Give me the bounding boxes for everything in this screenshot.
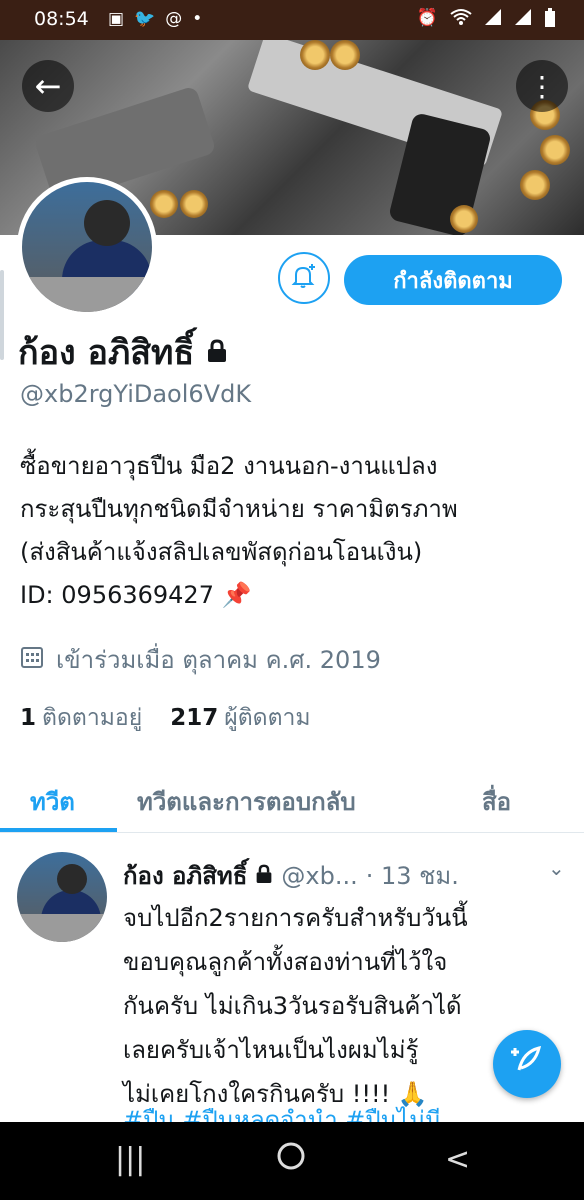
status-bar: 08:54 ▣ 🐦 @ • ⏰	[0, 0, 584, 40]
avatar-table	[17, 914, 107, 942]
banner-ammo	[300, 40, 330, 70]
tab-tweets[interactable]: ทวีต	[30, 782, 75, 821]
twitter-icon: 🐦	[134, 9, 156, 29]
bell-plus-icon	[290, 262, 318, 294]
banner-ammo	[540, 135, 570, 165]
joined-date: เข้าร่วมเมื่อ ตุลาคม ค.ศ. 2019	[20, 640, 381, 679]
recents-icon[interactable]: |||	[115, 1142, 145, 1177]
avatar-head	[84, 200, 130, 246]
banner-ammo	[330, 40, 360, 70]
profile-name-text: ก้อง อภิสิทธิ์	[18, 333, 195, 373]
lock-icon	[255, 862, 273, 890]
followers-count: 217	[170, 705, 219, 731]
active-tab-indicator	[0, 828, 117, 832]
bio-line: กระสุนปืนทุกชนิดมีจำหน่าย ราคามิตรภาพ	[20, 495, 458, 523]
chevron-down-icon[interactable]: ⌄	[548, 856, 565, 880]
system-icons: ⏰	[417, 8, 556, 33]
tweet-author-handle: @xb...	[281, 861, 358, 890]
arrow-left-icon: ←	[34, 67, 62, 105]
calendar-icon	[20, 645, 44, 675]
status-time: 08:54	[34, 8, 89, 30]
tab-media[interactable]: สื่อ	[482, 782, 511, 821]
tweet-time: · 13 ชม.	[365, 862, 459, 890]
wifi-icon	[450, 8, 472, 33]
signal-icon	[484, 8, 502, 33]
bio-line: ซื้อขายอาวุธปืน มือ2 งานนอก-งานแปลง	[20, 452, 438, 480]
banner-ammo	[180, 190, 208, 218]
at-icon: @	[165, 9, 183, 29]
feather-plus-icon	[509, 1042, 545, 1086]
tweet-line: ขอบคุณลูกค้าทั้งสองท่านที่ไว้ใจ	[123, 948, 448, 976]
followers-label: ผู้ติดตาม	[224, 705, 311, 731]
profile-avatar[interactable]	[17, 177, 157, 317]
tweet-line: จบไปอีก2รายการครับสำหรับวันนี้	[123, 904, 468, 932]
notifications-toggle-button[interactable]	[278, 252, 330, 304]
tweet-line: กันครับ ไม่เกิน3วันรอรับสินค้าได้	[123, 992, 462, 1020]
tab-tweets-replies[interactable]: ทวีตและการตอบกลับ	[137, 782, 356, 821]
bio-line: (ส่งสินค้าแจ้งสลิปเลขพัสดุก่อนโอนเงิน)	[20, 538, 423, 566]
profile-name: ก้อง อภิสิทธิ์	[18, 325, 228, 379]
battery-icon	[544, 8, 556, 33]
following-stat[interactable]: 1 ติดตามอยู่	[20, 700, 142, 736]
tweet-hashtags[interactable]: #ปืน #ปืนหลุดจำนำ #ปืนไม่มี	[123, 1100, 568, 1122]
more-vertical-icon: ⋮	[528, 69, 556, 103]
signal-icon	[514, 8, 532, 33]
notification-icons: ▣ 🐦 @ •	[108, 9, 202, 29]
avatar-head	[57, 864, 87, 894]
more-options-button[interactable]: ⋮	[516, 60, 568, 112]
home-icon[interactable]	[277, 1142, 305, 1178]
image-icon: ▣	[108, 9, 125, 29]
joined-text: เข้าร่วมเมื่อ ตุลาคม ค.ศ. 2019	[56, 646, 381, 674]
avatar-table	[22, 277, 152, 312]
system-nav-bar: ||| <	[0, 1122, 584, 1200]
tweet-author-name: ก้อง อภิสิทธิ์	[123, 862, 248, 890]
profile-tabs: ทวีต ทวีตและการตอบกลับ สื่อ	[0, 760, 584, 833]
followers-stat[interactable]: 217 ผู้ติดตาม	[170, 700, 310, 736]
following-button[interactable]: กำลังติดตาม	[344, 255, 562, 305]
following-count: 1	[20, 705, 37, 731]
follow-stats: 1 ติดตามอยู่ 217 ผู้ติดตาม	[20, 700, 311, 736]
dot-icon: •	[192, 9, 203, 29]
banner-ammo	[520, 170, 550, 200]
tweet-header: ก้อง อภิสิทธิ์ @xb... · 13 ชม.	[123, 856, 459, 895]
tweet-avatar[interactable]	[17, 852, 107, 942]
lock-icon	[206, 332, 228, 372]
bio-line: ID: 0956369427 📌	[20, 581, 252, 609]
profile-handle: @xb2rgYiDaol6VdK	[20, 380, 252, 408]
profile-bio: ซื้อขายอาวุธปืน มือ2 งานนอก-งานแปลง กระส…	[20, 445, 570, 617]
scroll-edge-indicator	[0, 270, 4, 360]
back-chevron-icon[interactable]: <	[445, 1142, 470, 1177]
compose-tweet-button[interactable]	[493, 1030, 561, 1098]
alarm-icon: ⏰	[416, 8, 438, 28]
banner-ammo	[450, 205, 478, 233]
following-label: ติดตามอยู่	[42, 705, 143, 731]
back-button[interactable]: ←	[22, 60, 74, 112]
banner-ammo	[150, 190, 178, 218]
